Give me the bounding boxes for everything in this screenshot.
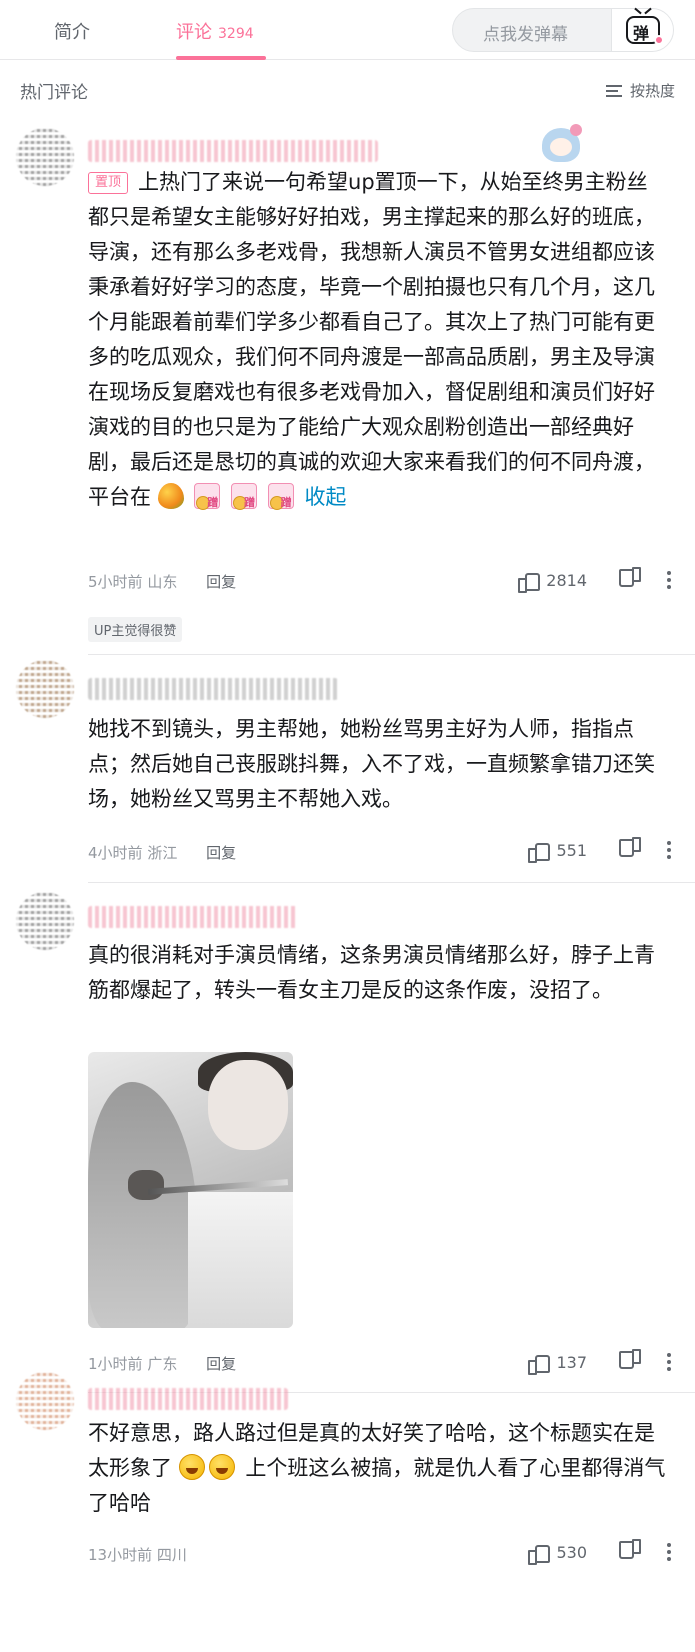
thumbs-up-icon[interactable] [528, 840, 551, 863]
comment-time: 1小时前 [88, 1355, 143, 1373]
thumbs-down-icon[interactable] [621, 840, 641, 860]
reply-button[interactable]: 回复 [206, 844, 236, 862]
thumbs-up-icon[interactable] [518, 570, 541, 593]
comment-meta: 1小时前 广东 回复 [88, 1353, 236, 1374]
comment-meta: 5小时前 山东 回复 [88, 571, 236, 592]
more-vertical-icon[interactable] [667, 1542, 671, 1562]
comment-actions: 137 [528, 1352, 671, 1375]
danmaku-toggle-button[interactable]: 弹 [611, 9, 673, 51]
active-tab-indicator [176, 56, 266, 60]
reply-button[interactable]: 回复 [206, 1355, 236, 1373]
username-blurred[interactable] [88, 140, 378, 162]
sort-label: 按热度 [629, 82, 675, 100]
comment-text: 她找不到镜头，男主帮她，她粉丝骂男主好为人师，指指点点；然后她自己丧服跳抖舞，入… [88, 717, 655, 811]
tab-comments-count: 3294 [218, 26, 254, 42]
deng-sticker-icon: 蹭 [194, 483, 221, 510]
comment-meta: 13小时前 四川 [88, 1544, 187, 1565]
sort-button[interactable]: 按热度 [605, 80, 675, 101]
tab-comments-label: 评论 [176, 22, 212, 43]
deng-sticker-icon: 蹭 [231, 483, 258, 510]
username-blurred[interactable] [88, 906, 298, 928]
comment-actions: 2814 [518, 570, 671, 593]
danmaku-glyph: 弹 [633, 24, 650, 43]
deng-sticker-icon: 蹭 [267, 483, 294, 510]
mango-emoji-icon [157, 483, 184, 509]
comment-image[interactable] [88, 1052, 293, 1328]
collapse-link[interactable]: 收起 [304, 485, 346, 509]
avatar[interactable] [16, 892, 74, 950]
laughing-emoji-icon [178, 1454, 205, 1480]
comment-time: 4小时前 [88, 844, 143, 862]
danmaku-bar: 点我发弹幕 弹 [452, 8, 674, 52]
comment-body-continued: 上个班这么被搞，就是仇人看了心里都得消气了哈哈 [88, 1456, 666, 1515]
comment-body: 上热门了来说一句希望up置顶一下，从始至终男主粉丝都只是希望女主能够好好拍戏，男… [88, 170, 655, 509]
avatar[interactable] [16, 660, 74, 718]
thumbs-down-icon[interactable] [621, 1352, 641, 1372]
username-blurred[interactable] [88, 678, 338, 700]
thumbs-down-icon[interactable] [621, 1542, 641, 1562]
comment-location: 广东 [147, 1355, 178, 1373]
like-count: 551 [556, 840, 587, 860]
comment-time: 13小时前 [88, 1546, 153, 1564]
like-count: 530 [556, 1542, 587, 1562]
comment-actions: 530 [528, 1542, 671, 1565]
comment-meta: 4小时前 浙江 回复 [88, 842, 236, 863]
more-vertical-icon[interactable] [667, 1352, 671, 1372]
comment-time: 5小时前 [88, 573, 143, 591]
thumbs-up-icon[interactable] [528, 1542, 551, 1565]
comment-location: 山东 [147, 573, 178, 591]
avatar-decoration-sticker [536, 122, 586, 166]
section-title: 热门评论 [20, 83, 88, 103]
comment-text: 真的很消耗对手演员情绪，这条男演员情绪那么好，脖子上青筋都爆起了，转头一看女主刀… [88, 943, 655, 1002]
like-count: 2814 [546, 570, 587, 590]
tab-comments[interactable]: 评论 3294 [176, 18, 254, 44]
comment-location: 四川 [156, 1546, 187, 1564]
laughing-emoji-icon [208, 1454, 235, 1480]
danmaku-status-dot [654, 35, 664, 45]
avatar[interactable] [16, 128, 74, 186]
pinned-badge: 置顶 [88, 172, 129, 194]
comment-location: 浙江 [147, 844, 178, 862]
thumbs-up-icon[interactable] [528, 1352, 551, 1375]
username-blurred[interactable] [88, 1388, 288, 1410]
sort-lines-icon [605, 84, 622, 97]
comment-text: 置顶 上热门了来说一句希望up置顶一下，从始至终男主粉丝都只是希望女主能够好好拍戏… [88, 165, 668, 515]
tab-intro[interactable]: 简介 [54, 18, 90, 44]
danmaku-input[interactable]: 点我发弹幕 [483, 20, 568, 45]
divider [88, 654, 695, 655]
divider [88, 882, 695, 883]
comment-actions: 551 [528, 840, 671, 863]
avatar[interactable] [16, 1372, 74, 1430]
more-vertical-icon[interactable] [667, 570, 671, 590]
like-count: 137 [556, 1352, 587, 1372]
tab-bar: 简介 评论 3294 点我发弹幕 弹 [0, 0, 695, 60]
thumbs-down-icon[interactable] [621, 570, 641, 590]
more-vertical-icon[interactable] [667, 840, 671, 860]
reply-button[interactable]: 回复 [206, 573, 236, 591]
up-liked-badge: UP主觉得很赞 [88, 617, 183, 642]
comment-text: 不好意思，路人路过但是真的太好笑了哈哈，这个标题实在是太形象了 上个班这么被搞，… [88, 1416, 668, 1521]
